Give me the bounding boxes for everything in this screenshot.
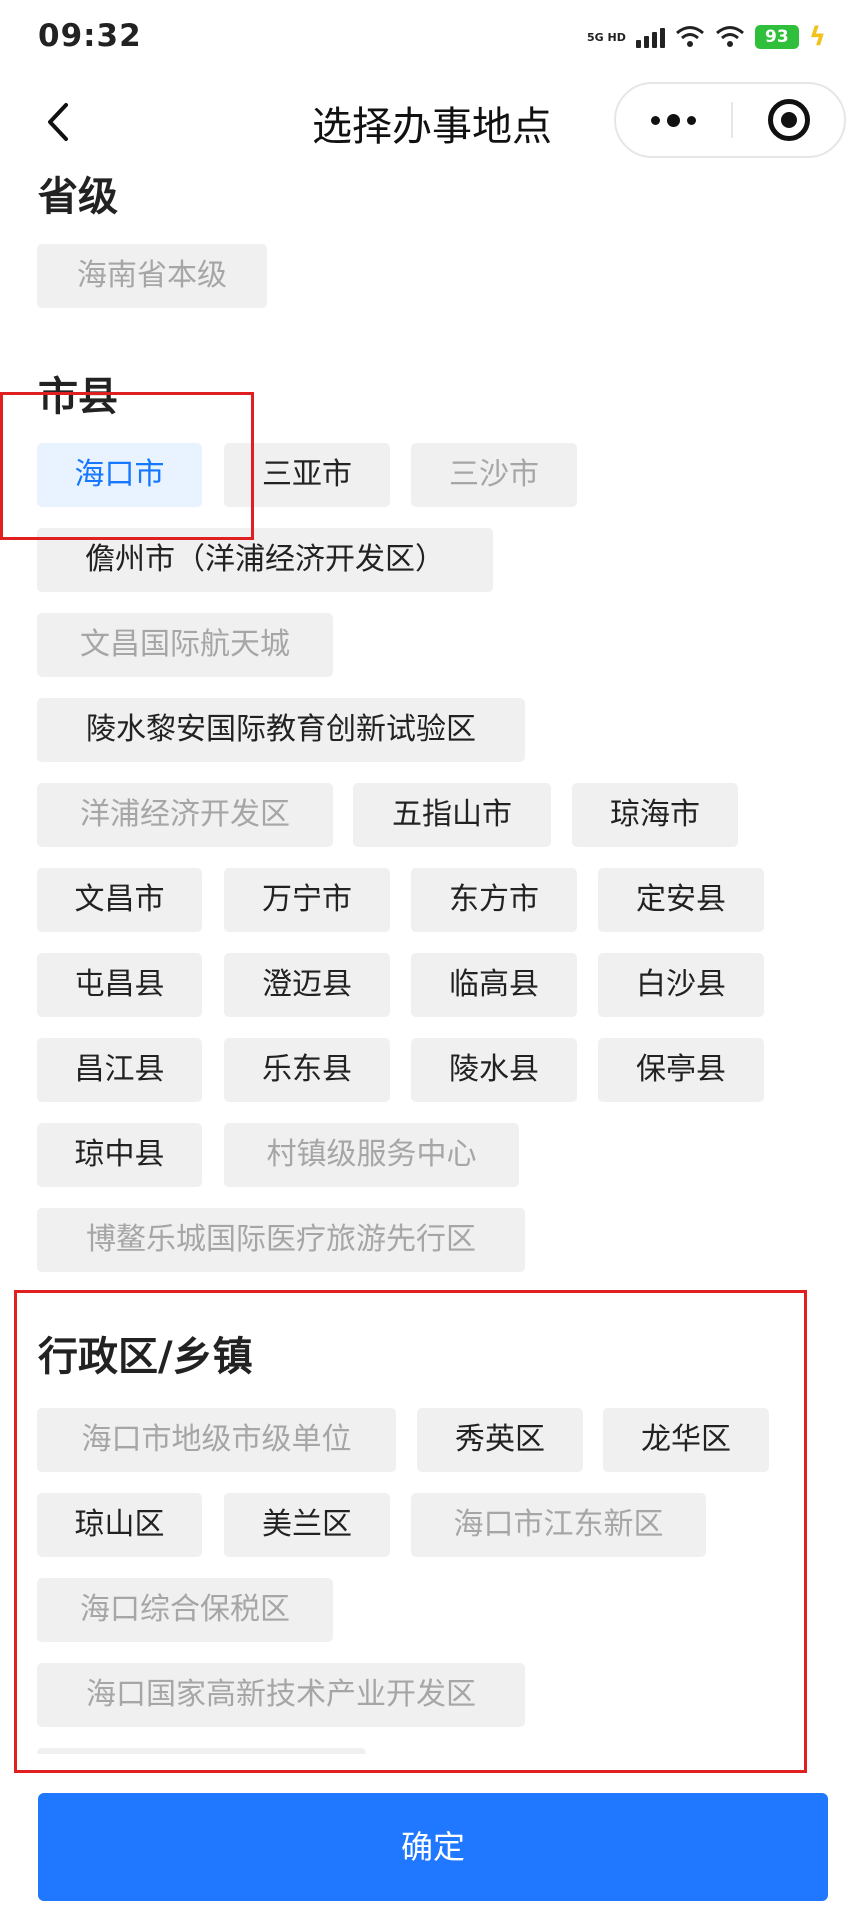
- target-icon: [768, 99, 810, 141]
- close-button[interactable]: [733, 84, 844, 156]
- tag-city-yangpu[interactable]: 洋浦经济开发区: [37, 783, 333, 847]
- section-title-province: 省级: [38, 164, 118, 222]
- miniprogram-capsule: [614, 82, 846, 158]
- tag-city-lingshui-lian[interactable]: 陵水黎安国际教育创新试验区: [37, 698, 525, 762]
- status-time: 09:32: [38, 18, 142, 54]
- tag-city-wenchang[interactable]: 文昌市: [37, 868, 202, 932]
- wifi-icon: [715, 25, 745, 49]
- tag-city-baisha[interactable]: 白沙县: [598, 953, 764, 1017]
- charging-bolt-icon: ϟ: [809, 22, 826, 52]
- tag-city-boao[interactable]: 博鳌乐城国际医疗旅游先行区: [37, 1208, 525, 1272]
- tag-city-dingan[interactable]: 定安县: [598, 868, 764, 932]
- wifi-plus-icon: [675, 25, 705, 49]
- tag-city-wuzhishan[interactable]: 五指山市: [353, 783, 551, 847]
- tag-city-tunchang[interactable]: 屯昌县: [37, 953, 202, 1017]
- tag-city-qionghai[interactable]: 琼海市: [572, 783, 738, 847]
- tag-city-qiongzhong[interactable]: 琼中县: [37, 1123, 202, 1187]
- cell-signal-icon: [636, 26, 665, 48]
- tag-city-lingao[interactable]: 临高县: [411, 953, 577, 1017]
- nav-bar: 选择办事地点: [0, 80, 864, 164]
- tag-city-sansha[interactable]: 三沙市: [411, 443, 577, 507]
- network-label: 5G HD: [587, 32, 626, 43]
- tag-city-wanning[interactable]: 万宁市: [224, 868, 390, 932]
- more-button[interactable]: [616, 84, 731, 156]
- more-dot-center: [667, 114, 680, 127]
- tag-city-baoting[interactable]: 保亭县: [598, 1038, 764, 1102]
- highlight-box-haikou: [0, 392, 254, 540]
- status-icons: 5G HD 93 ϟ: [587, 22, 826, 52]
- tag-province-0[interactable]: 海南省本级: [37, 244, 267, 308]
- tag-city-changjiang[interactable]: 昌江县: [37, 1038, 202, 1102]
- more-dots-icon: [651, 116, 660, 125]
- highlight-box-district: [14, 1290, 807, 1773]
- tag-city-dongfang[interactable]: 东方市: [411, 868, 577, 932]
- status-bar: 09:32 5G HD 93 ϟ: [0, 0, 864, 80]
- tag-city-lingshui[interactable]: 陵水县: [411, 1038, 577, 1102]
- battery-icon: 93: [755, 25, 799, 49]
- more-dot-right: [687, 116, 696, 125]
- tag-city-wenchang-space[interactable]: 文昌国际航天城: [37, 613, 333, 677]
- confirm-button[interactable]: 确定: [38, 1793, 828, 1901]
- tag-city-ledong[interactable]: 乐东县: [224, 1038, 390, 1102]
- target-dot: [781, 112, 797, 128]
- tag-city-chengmai[interactable]: 澄迈县: [224, 953, 390, 1017]
- tag-city-village-center[interactable]: 村镇级服务中心: [224, 1123, 519, 1187]
